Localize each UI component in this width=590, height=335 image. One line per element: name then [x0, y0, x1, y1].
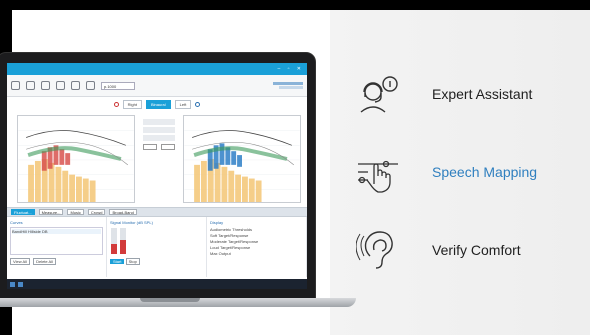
open-icon[interactable] — [11, 81, 20, 90]
start-menu-icon[interactable] — [10, 281, 15, 287]
hand-sliders-icon — [358, 160, 398, 193]
feature-label: Speech Mapping — [432, 164, 538, 180]
feature-speech-mapping[interactable]: Speech Mapping — [356, 150, 537, 194]
right-ear-speech-map — [18, 130, 134, 202]
stimulus-bar: Fluctuat... Measure... Music Crowd Broad… — [7, 207, 307, 217]
left-ear-indicator — [195, 101, 201, 107]
tab-binaural[interactable]: Binaural — [145, 99, 171, 109]
stop-record-button[interactable] — [160, 144, 175, 150]
print-icon[interactable] — [41, 81, 50, 90]
laptop: – ▫ ✕ p.1000 Right Binaural Left Fluctua… — [0, 52, 316, 300]
stimulus-select-5[interactable]: Broad-Band — [109, 209, 137, 215]
program-select[interactable]: p.1000 — [101, 81, 135, 90]
feature-verify-comfort[interactable]: Verify Comfort — [356, 228, 521, 272]
stimulus-select-4[interactable]: Crowd — [87, 209, 106, 215]
save-icon[interactable] — [26, 81, 35, 90]
stimulus-select-3[interactable]: Music — [67, 209, 84, 215]
laptop-screen: – ▫ ✕ p.1000 Right Binaural Left Fluctua… — [7, 63, 307, 289]
tab-right[interactable]: Right — [122, 99, 142, 109]
left-ear-chart — [183, 115, 301, 203]
stimulus-select-2[interactable]: Measure... — [38, 209, 64, 215]
right-ear-indicator — [113, 101, 119, 107]
signal-meter-1 — [111, 228, 117, 254]
display-panel: Display Audiometric Thresholds Soft Targ… — [207, 217, 307, 277]
curves-panel: Curves BandHill Hillside DB View All Del… — [7, 217, 107, 277]
record-button[interactable] — [143, 144, 158, 150]
display-title: Display — [210, 220, 224, 225]
feature-expert-assistant[interactable]: Expert Assistant — [356, 72, 532, 116]
speech-map-charts — [7, 111, 307, 207]
stimulus-select-1[interactable]: Fluctuat... — [11, 209, 35, 215]
headset-agent-icon — [360, 76, 398, 113]
signal-meter-2 — [120, 228, 127, 254]
signal-monitor-panel: Signal Monitor (dB SPL) Start Stop — [107, 217, 207, 277]
display-check-5[interactable]: Max Output — [210, 251, 303, 257]
slide-frame: – ▫ ✕ p.1000 Right Binaural Left Fluctua… — [0, 0, 590, 335]
app-toolbar: p.1000 — [7, 75, 307, 97]
ear-icon — [356, 231, 393, 269]
curve-row[interactable]: BandHill Hillside DB — [12, 229, 101, 234]
os-taskbar — [7, 279, 307, 289]
tab-left[interactable]: Left — [174, 99, 192, 109]
connection-status — [273, 82, 303, 89]
top-black-bar — [0, 0, 590, 10]
mid-controls — [139, 117, 179, 153]
feature-label: Verify Comfort — [432, 242, 521, 258]
taskbar-app-icon[interactable] — [18, 281, 23, 287]
stop-button[interactable]: Stop — [125, 258, 140, 265]
right-ear-chart — [17, 115, 135, 203]
ear-tabs: Right Binaural Left — [7, 97, 307, 111]
laptop-notch — [140, 298, 200, 302]
tools-icon[interactable] — [71, 81, 80, 90]
window-titlebar: – ▫ ✕ — [7, 63, 307, 75]
delete-all-button[interactable]: Delete All — [33, 258, 56, 265]
left-ear-speech-map — [184, 130, 300, 202]
curves-list: BandHill Hillside DB — [10, 227, 103, 255]
curves-title: Curves — [10, 220, 23, 225]
undo-icon[interactable] — [56, 81, 65, 90]
music-icon[interactable] — [86, 81, 95, 90]
start-button[interactable]: Start — [110, 259, 125, 264]
bottom-panels: Curves BandHill Hillside DB View All Del… — [7, 217, 307, 277]
feature-label: Expert Assistant — [432, 86, 533, 102]
signal-title: Signal Monitor (dB SPL) — [110, 220, 153, 225]
view-all-button[interactable]: View All — [10, 258, 30, 265]
